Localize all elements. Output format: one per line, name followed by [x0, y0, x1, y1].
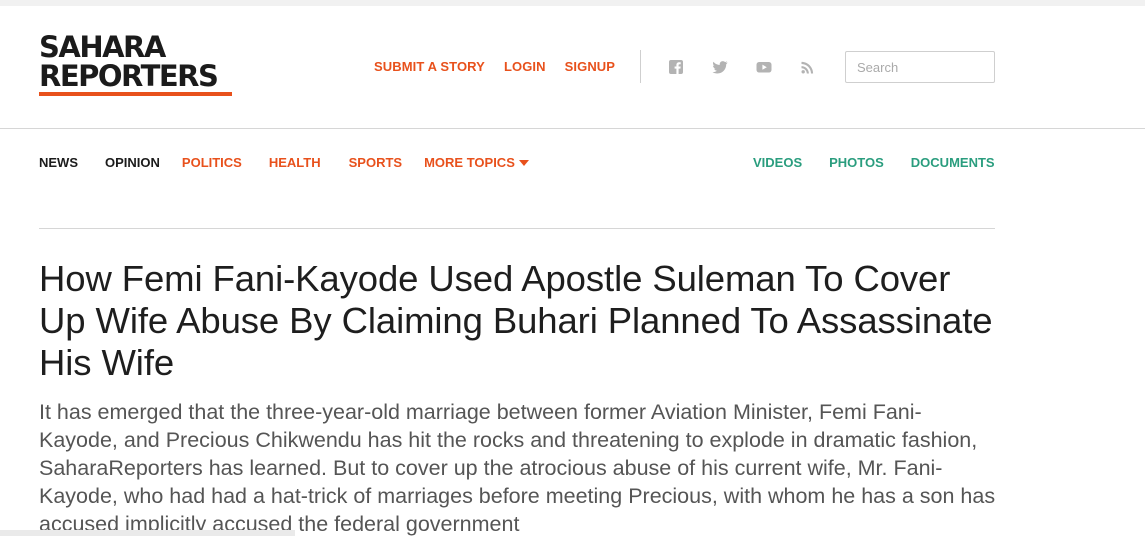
- site-logo[interactable]: SAHARA REPORTERS: [39, 33, 233, 96]
- account-links: SUBMIT A STORY LOGIN SIGNUP: [374, 59, 615, 74]
- youtube-icon[interactable]: [756, 59, 772, 75]
- login-link[interactable]: LOGIN: [504, 59, 546, 74]
- nav-item-more-topics[interactable]: MORE TOPICS: [424, 155, 529, 170]
- logo-line-1: SAHARA: [39, 30, 166, 64]
- nav-divider: [39, 228, 995, 229]
- signup-link[interactable]: SIGNUP: [565, 59, 615, 74]
- article-summary: It has emerged that the three-year-old m…: [39, 400, 996, 536]
- header-divider: [640, 50, 641, 83]
- nav-item-health[interactable]: HEALTH: [269, 155, 321, 170]
- nav-item-opinion[interactable]: OPINION: [105, 155, 160, 170]
- nav-item-news[interactable]: NEWS: [39, 155, 78, 170]
- nav-item-videos[interactable]: VIDEOS: [753, 155, 802, 170]
- media-nav: VIDEOS PHOTOS DOCUMENTS: [753, 155, 995, 170]
- twitter-icon[interactable]: [712, 59, 728, 75]
- article-title[interactable]: How Femi Fani-Kayode Used Apostle Sulema…: [39, 258, 995, 384]
- main-nav: NEWS OPINION POLITICS HEALTH SPORTS MORE…: [39, 155, 529, 170]
- facebook-icon[interactable]: [668, 59, 684, 75]
- caret-down-icon: [518, 160, 529, 166]
- nav-item-photos[interactable]: PHOTOS: [829, 155, 884, 170]
- social-links: [668, 59, 816, 75]
- logo-line-2: REPORTERS: [39, 59, 219, 93]
- bottom-scroll-strip: [0, 530, 295, 536]
- rss-icon[interactable]: [800, 59, 816, 75]
- nav-item-documents[interactable]: DOCUMENTS: [911, 155, 995, 170]
- nav-item-sports[interactable]: SPORTS: [349, 155, 402, 170]
- search-input[interactable]: [845, 51, 995, 83]
- submit-story-link[interactable]: SUBMIT A STORY: [374, 59, 485, 74]
- nav-item-politics[interactable]: POLITICS: [182, 155, 242, 170]
- more-topics-label: MORE TOPICS: [424, 155, 515, 170]
- site-header: SAHARA REPORTERS SUBMIT A STORY LOGIN SI…: [0, 6, 1145, 129]
